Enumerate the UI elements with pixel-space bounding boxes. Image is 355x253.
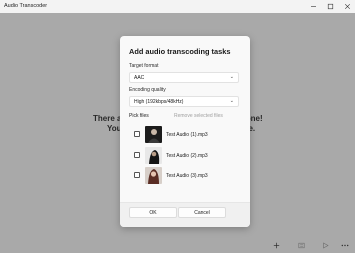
close-button[interactable]	[339, 0, 355, 13]
album-art-thumbnail	[145, 147, 162, 164]
title-bar[interactable]: Audio Transcoder	[0, 0, 355, 13]
target-format-value: AAC	[134, 75, 145, 81]
file-name: Test Audio (1).mp3	[166, 132, 208, 138]
add-tasks-dialog: Add audio transcoding tasks Target forma…	[120, 36, 250, 227]
remove-selected-button[interactable]: Remove selected files	[174, 113, 223, 119]
app-window: Audio Transcoder There ar You new one! h…	[0, 0, 355, 253]
maximize-icon	[327, 3, 333, 10]
encoding-quality-value: High (192kbps/48kHz)	[134, 99, 184, 105]
cancel-button[interactable]: Cancel	[178, 207, 226, 218]
pick-files-button[interactable]: Pick files	[129, 113, 149, 119]
chevron-down-icon: ⌄	[229, 98, 234, 104]
encoding-quality-label: Encoding quality	[129, 87, 166, 93]
file-name: Test Audio (3).mp3	[166, 173, 208, 179]
file-list-item[interactable]: Test Audio (2).mp3	[129, 147, 239, 165]
ok-button[interactable]: OK	[129, 207, 177, 218]
app-title: Audio Transcoder	[4, 3, 48, 9]
dialog-title: Add audio transcoding tasks	[129, 47, 231, 56]
file-name: Test Audio (2).mp3	[166, 153, 208, 159]
file-checkbox[interactable]	[134, 131, 140, 137]
chevron-down-icon: ⌄	[229, 74, 234, 80]
maximize-button[interactable]	[322, 0, 338, 13]
encoding-quality-dropdown[interactable]: High (192kbps/48kHz) ⌄	[129, 96, 239, 107]
file-checkbox[interactable]	[134, 172, 140, 178]
file-list-item[interactable]: Test Audio (3).mp3	[129, 167, 239, 185]
file-list-item[interactable]: Test Audio (1).mp3	[129, 126, 239, 144]
close-icon	[344, 3, 350, 10]
minimize-icon	[310, 6, 316, 7]
target-format-label: Target format	[129, 63, 159, 69]
minimize-button[interactable]	[305, 0, 321, 13]
album-art-thumbnail	[145, 167, 162, 184]
dialog-footer: OK Cancel	[120, 202, 250, 227]
album-art-thumbnail	[145, 126, 162, 143]
target-format-dropdown[interactable]: AAC ⌄	[129, 72, 239, 83]
file-checkbox[interactable]	[134, 152, 140, 158]
